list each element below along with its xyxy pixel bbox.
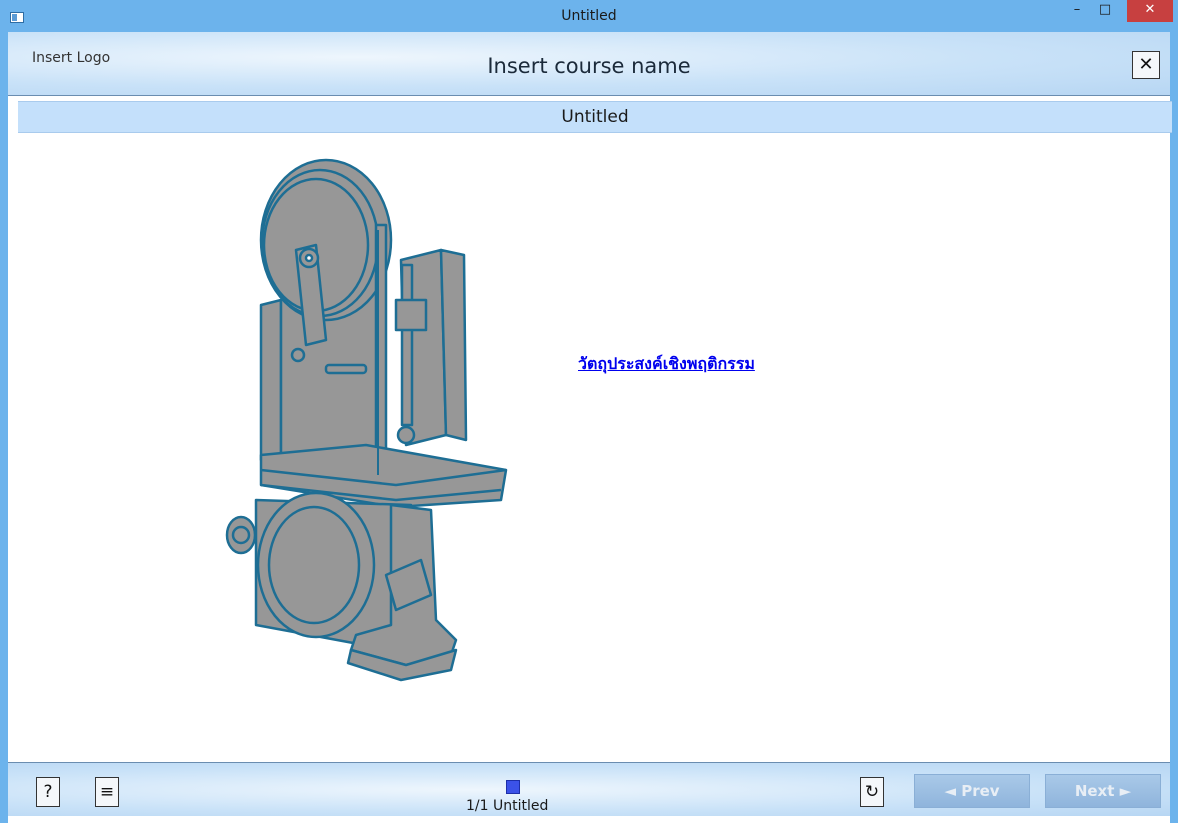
objective-link[interactable]: วัตถุประสงค์เชิงพฤติกรรม xyxy=(578,352,755,377)
window-titlebar: Untitled – □ ✕ xyxy=(0,0,1178,32)
help-icon[interactable]: ? xyxy=(36,777,60,807)
window-frame-right xyxy=(1170,32,1178,823)
slide-title-bar: Untitled xyxy=(18,101,1172,133)
page-progress-indicator[interactable] xyxy=(506,780,520,794)
slide-title: Untitled xyxy=(561,107,629,127)
course-title: Insert course name xyxy=(487,54,691,78)
refresh-icon[interactable]: ↻ xyxy=(860,777,884,807)
close-window-button[interactable]: ✕ xyxy=(1127,0,1173,22)
bottom-toolbar: ? ≡ 1/1 Untitled ↻ ◄ Prev Next ► xyxy=(8,762,1170,816)
close-course-button[interactable]: ✕ xyxy=(1132,51,1160,79)
minimize-button[interactable]: – xyxy=(1066,0,1088,22)
prev-button[interactable]: ◄ Prev xyxy=(914,774,1030,808)
course-header: Insert Logo Insert course name ✕ xyxy=(8,32,1170,96)
page-info: 1/1 Untitled xyxy=(466,798,549,814)
bandsaw-machine-illustration xyxy=(225,158,508,682)
maximize-button[interactable]: □ xyxy=(1094,0,1116,22)
next-button[interactable]: Next ► xyxy=(1045,774,1161,808)
window-frame-left xyxy=(0,32,8,823)
window-title: Untitled xyxy=(561,8,617,24)
menu-icon[interactable]: ≡ xyxy=(95,777,119,807)
